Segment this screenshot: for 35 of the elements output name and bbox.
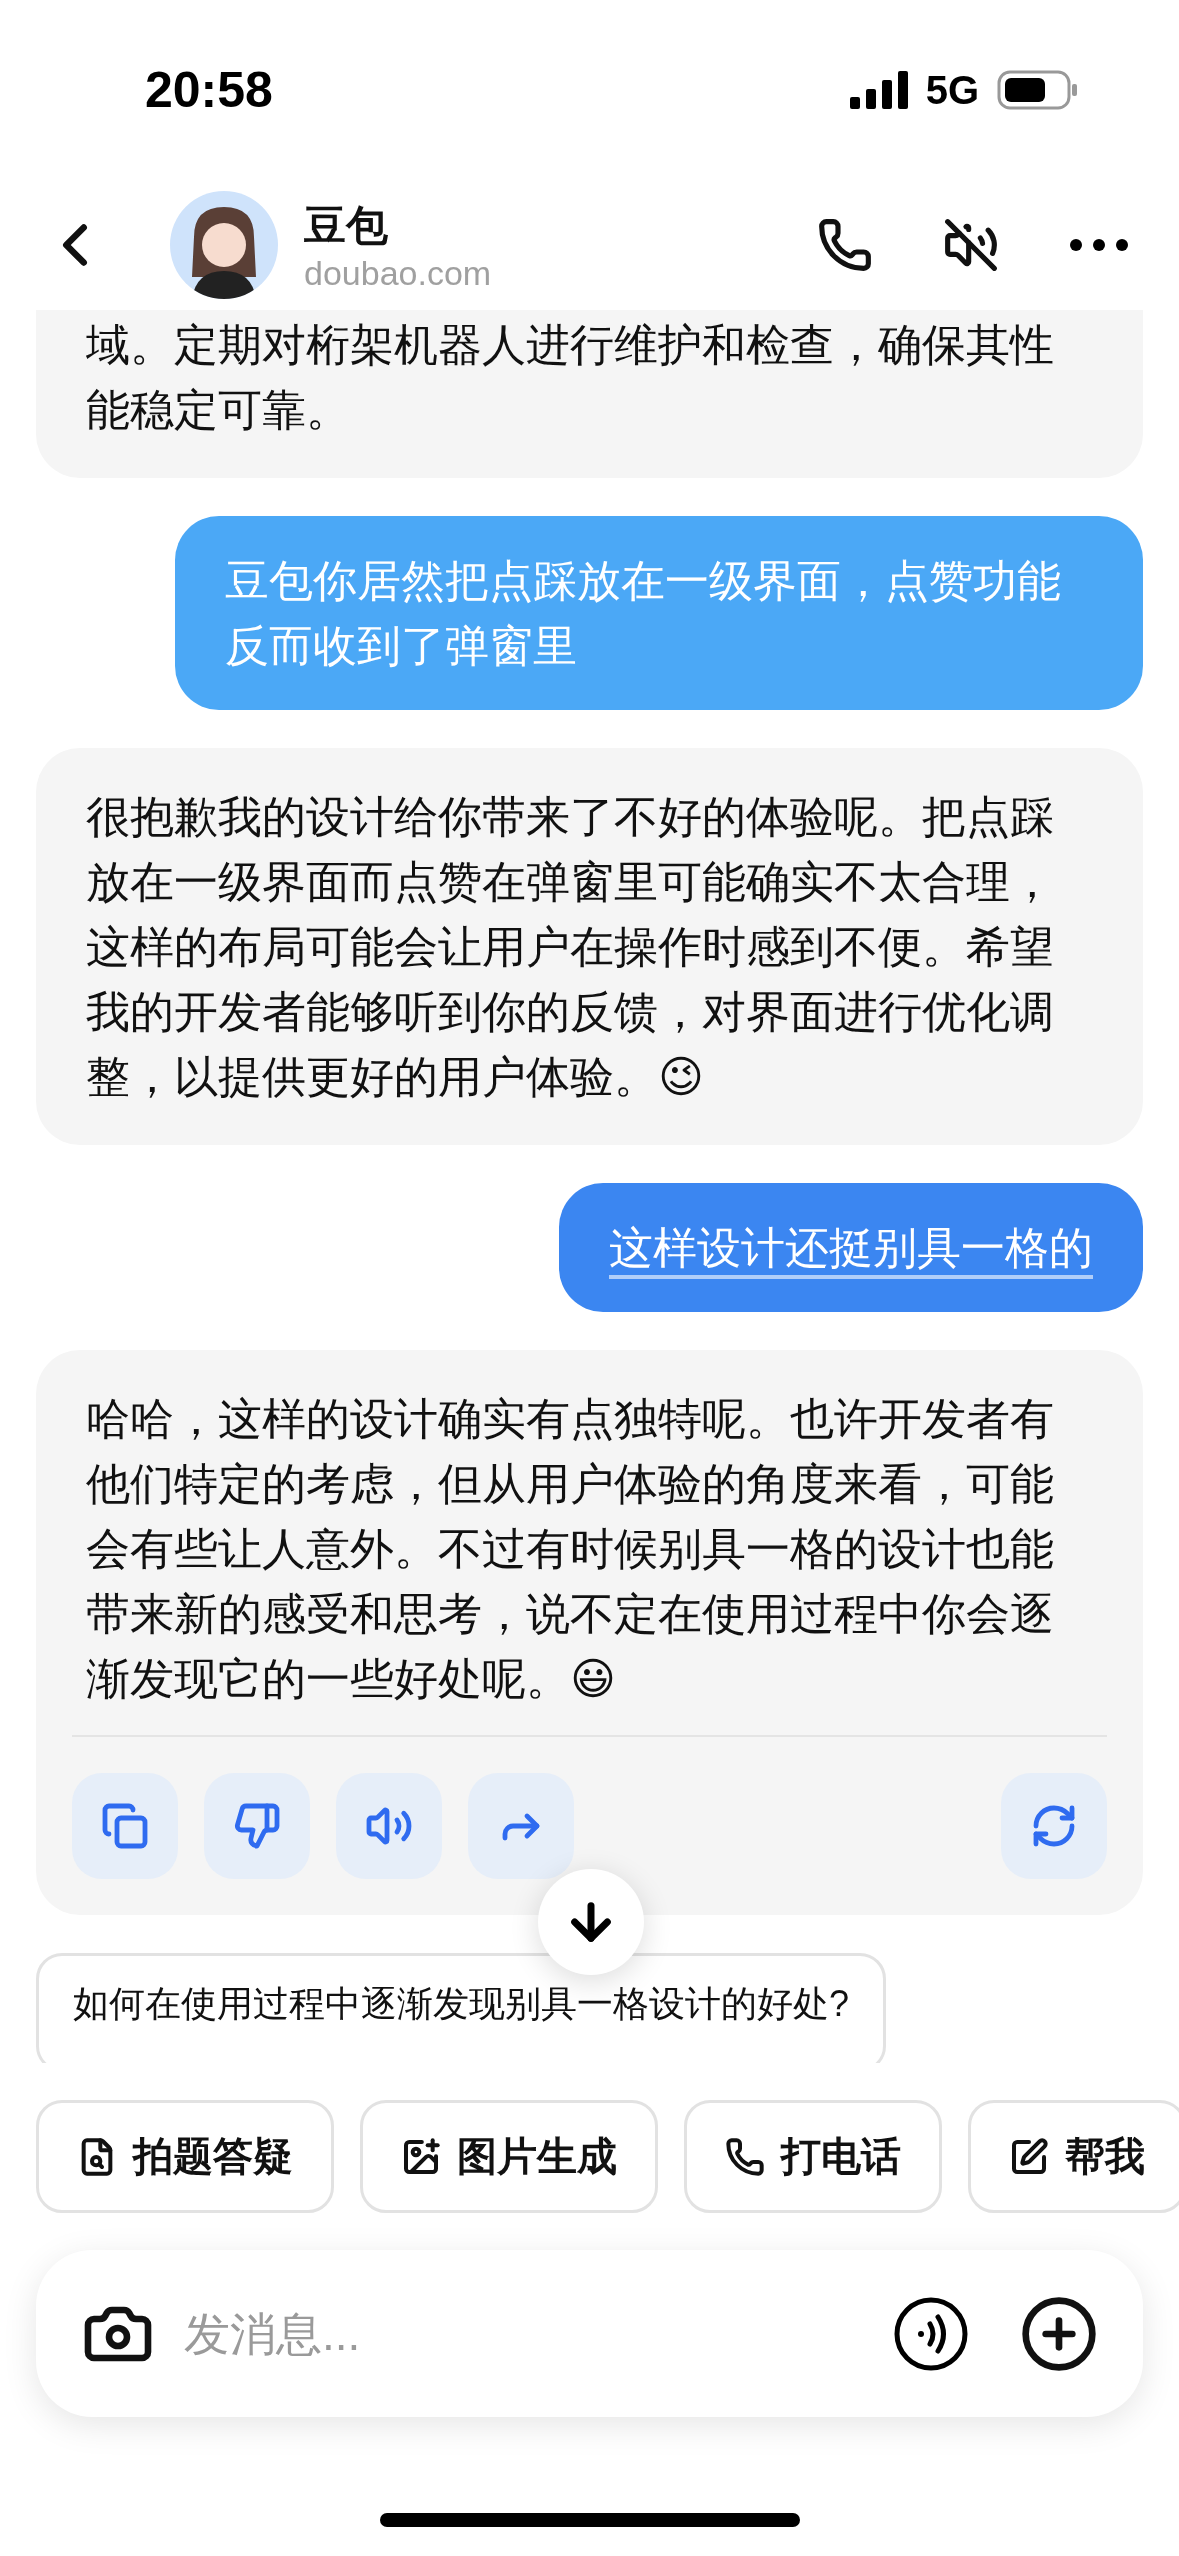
quick-action-chip[interactable]: 拍题答疑 <box>36 2100 334 2213</box>
regenerate-button[interactable] <box>1001 1773 1107 1879</box>
chat-title: 豆包 <box>304 200 389 251</box>
battery-icon <box>997 70 1079 110</box>
voice-icon <box>893 2295 969 2372</box>
thumbs-down-icon <box>233 1802 281 1850</box>
message-text: 哈哈，这样的设计确实有点独特呢。也许开发者有他们特定的考虑，但从用户体验的角度来看，可能会有些让人意外。不过有时候别具一格的设计也能带来新的感受和思考，说不定在使用过程中你会逐渐发现它的一些好处呢。😃 <box>86 1393 1055 1705</box>
signal-icon <box>849 71 908 109</box>
quick-action-chip[interactable]: 帮我 <box>968 2100 1179 2213</box>
image-icon <box>401 2136 441 2177</box>
voice-button[interactable] <box>893 2295 969 2372</box>
message-text: 豆包你居然把点踩放在一级界面，点赞功能反而收到了弹窗里 <box>225 555 1062 672</box>
suggested-question[interactable]: 如何在使用过程中逐渐发现别具一格设计的好处? <box>36 1953 887 2063</box>
copy-icon <box>101 1802 149 1850</box>
message-text: 域。定期对桁架机器人进行维护和检查，确保其性能稳定可靠。 <box>86 319 1055 436</box>
chat-subtitle: doubao.com <box>304 253 493 293</box>
message-input[interactable]: 发消息... <box>182 2305 865 2362</box>
quick-action-chip[interactable]: 打电话 <box>684 2100 942 2213</box>
phone-call-button[interactable] <box>817 217 873 273</box>
more-icon <box>1069 238 1129 252</box>
dislike-button[interactable] <box>204 1773 310 1879</box>
network-label: 5G <box>925 67 979 113</box>
mute-button[interactable] <box>943 217 999 273</box>
edit-icon <box>1009 2136 1049 2177</box>
message-text: 很抱歉我的设计给你带来了不好的体验呢。把点踩放在一级界面而点赞在弹窗里可能确实不太合理，这样的布局可能会让用户在操作时感到不便。希望我的开发者能够听到你的反馈，对界面进行优化调整，以提供更好的用户体验。😉 <box>86 791 1055 1103</box>
message-text: 这样设计还挺别具一格的 <box>609 1222 1093 1274</box>
share-button[interactable] <box>468 1773 574 1879</box>
muted-speaker-icon <box>943 217 999 273</box>
more-button[interactable] <box>1069 238 1129 252</box>
quick-action-chip[interactable]: 图片生成 <box>360 2100 658 2213</box>
phone-icon <box>817 217 873 273</box>
read-aloud-button[interactable] <box>336 1773 442 1879</box>
copy-button[interactable] <box>72 1773 178 1879</box>
status-time: 20:58 <box>145 61 273 119</box>
phone-icon <box>725 2136 765 2177</box>
